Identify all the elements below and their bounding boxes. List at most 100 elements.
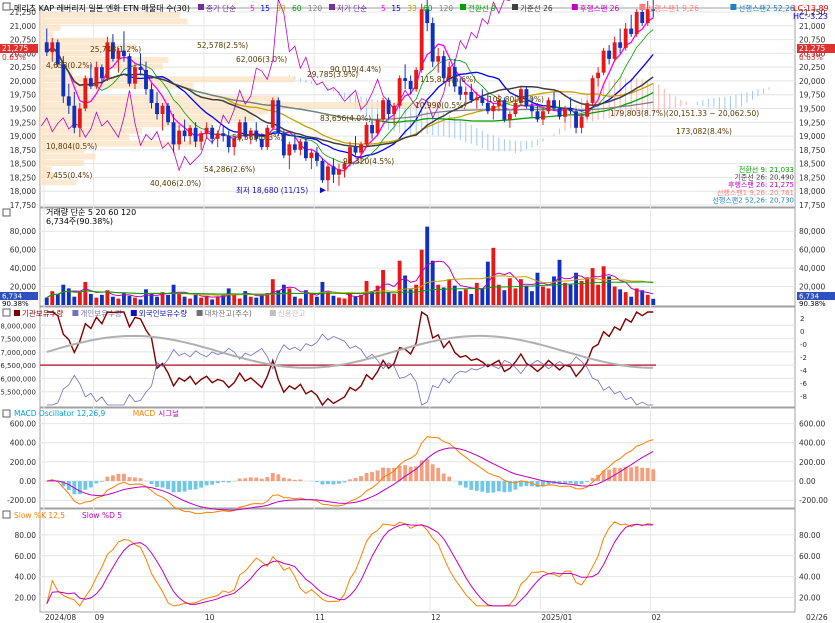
volume-title: 거래량 단순 5 20 60 120: [46, 207, 136, 217]
volume-bar: [392, 293, 397, 305]
candle-body: [138, 67, 143, 70]
legend-swatch: [130, 310, 137, 316]
price-tick-label-left: 18,500: [10, 160, 36, 169]
current-price-left: 21,275: [2, 44, 28, 53]
macd-oscillator-bar: [430, 464, 435, 482]
candle-body: [634, 12, 639, 35]
volume-bar: [259, 294, 264, 305]
volume-bar: [552, 276, 556, 305]
volume-bar: [430, 260, 435, 305]
candle-body: [607, 50, 612, 59]
candle-body: [623, 28, 628, 48]
volume-bar: [585, 277, 590, 305]
volume-pct-label: 6,734주(90.38%): [46, 217, 113, 226]
candle-body: [298, 141, 303, 150]
macd-oscillator-bar: [243, 478, 248, 482]
annotation-label: 115,816(5.6%): [420, 75, 476, 84]
candle-body: [309, 152, 314, 159]
macd-oscillator-bar: [292, 479, 297, 482]
macd-oscillator-bar: [122, 473, 126, 482]
candle-body: [612, 42, 617, 59]
volume-bar: [541, 286, 545, 305]
macd-oscillator-bar: [425, 459, 430, 482]
volume-bar: [110, 296, 115, 305]
macd-oscillator-bar: [127, 477, 132, 482]
stochastic-tick-label-left: 80.00: [15, 531, 37, 540]
macd-oscillator-bar: [287, 478, 292, 482]
macd-oscillator-bar: [502, 481, 507, 493]
volume-bar: [590, 268, 595, 305]
legend-entry: 60: [292, 4, 302, 13]
volume-bar: [612, 286, 617, 305]
candle-body: [596, 72, 601, 79]
legend-entry: 대차잔고(주수): [205, 308, 252, 318]
macd-oscillator-bar: [298, 479, 303, 482]
annotation-label: 10,804(0.5%): [46, 142, 97, 151]
volume-bar: [44, 297, 49, 305]
macd-oscillator-bar: [265, 477, 270, 482]
macd-oscillator-bar: [375, 470, 380, 482]
macd-oscillator-bar: [326, 481, 330, 485]
volume-bar: [292, 296, 297, 305]
volume-tick-label-right: 60,000: [799, 246, 825, 255]
macd-oscillator-bar: [585, 481, 590, 483]
volume-bar: [199, 297, 204, 305]
current-pct-left: 0.63%: [2, 53, 26, 62]
candle-body: [530, 105, 534, 112]
candle-body: [513, 102, 518, 115]
macd-oscillator-bar: [403, 465, 408, 482]
macd-oscillator-bar: [149, 481, 154, 484]
macd-oscillator-bar: [276, 474, 281, 482]
macd-oscillator-bar: [634, 466, 639, 482]
candle-body: [485, 102, 490, 112]
volume-bar: [441, 287, 446, 305]
annotation-label: 102,800(5.0%): [488, 95, 544, 104]
price-tick-label-left: 19,750: [10, 91, 36, 100]
annotation-label: 7,455(0.4%): [46, 171, 92, 180]
legend-entry: 120: [308, 4, 323, 13]
stochastic-tick-label-right: 40.00: [799, 573, 821, 582]
annotation-label: 94,320(4.5%): [343, 157, 394, 166]
candle-body: [226, 136, 231, 148]
legend-swatch: [639, 4, 646, 10]
legend-swatch: [72, 310, 79, 316]
candle-body: [557, 108, 562, 117]
candle-body: [276, 100, 281, 134]
supply-tick-label: 15,500,000: [0, 389, 36, 397]
volume-bar: [574, 272, 578, 305]
volume-tick-label-right: 20,000: [799, 283, 825, 292]
volume-bar: [381, 269, 386, 305]
volume-bar: [237, 298, 242, 305]
volume-bar: [524, 285, 529, 305]
candle-body: [386, 100, 391, 115]
candle-body: [326, 166, 330, 181]
supply-right-tick-label: -6: [800, 380, 808, 388]
candle-body: [381, 100, 386, 120]
volume-bar: [133, 297, 137, 305]
candle-body: [160, 105, 165, 115]
macd-oscillator-bar: [320, 481, 325, 485]
price-tick-label-right: 19,500: [799, 105, 825, 114]
macd-oscillator-bar: [568, 481, 573, 484]
stock-chart: 최고 21,985 (12/10)최저 18,680 (11/15)25,748…: [0, 0, 835, 623]
volume-bar: [177, 293, 182, 305]
volume-tick-label-right: 40,000: [799, 264, 825, 273]
volume-bar: [607, 276, 612, 305]
legend-swatch: [329, 4, 335, 10]
x-tick-label: 2024/08: [45, 613, 76, 622]
volume-bar: [55, 293, 60, 305]
volume-pct-left: 90.38%: [2, 300, 29, 308]
macd-tick-label-right: 600.00: [799, 420, 825, 429]
legend-swatch: [512, 4, 518, 10]
supply-right-tick-label: -0: [800, 341, 807, 349]
volume-bar: [436, 284, 441, 305]
x-tick-label: 10: [205, 613, 215, 622]
legend-entry: 저가 단순: [337, 3, 367, 13]
candle-body: [50, 42, 55, 53]
candle-body: [408, 80, 413, 90]
macd-oscillator-bar: [469, 481, 474, 490]
candle-body: [469, 91, 474, 101]
annotation-label: 90,019(4.4%): [330, 65, 381, 74]
legend-entry: MACD: [133, 409, 156, 418]
macd-oscillator-bar: [364, 472, 369, 482]
